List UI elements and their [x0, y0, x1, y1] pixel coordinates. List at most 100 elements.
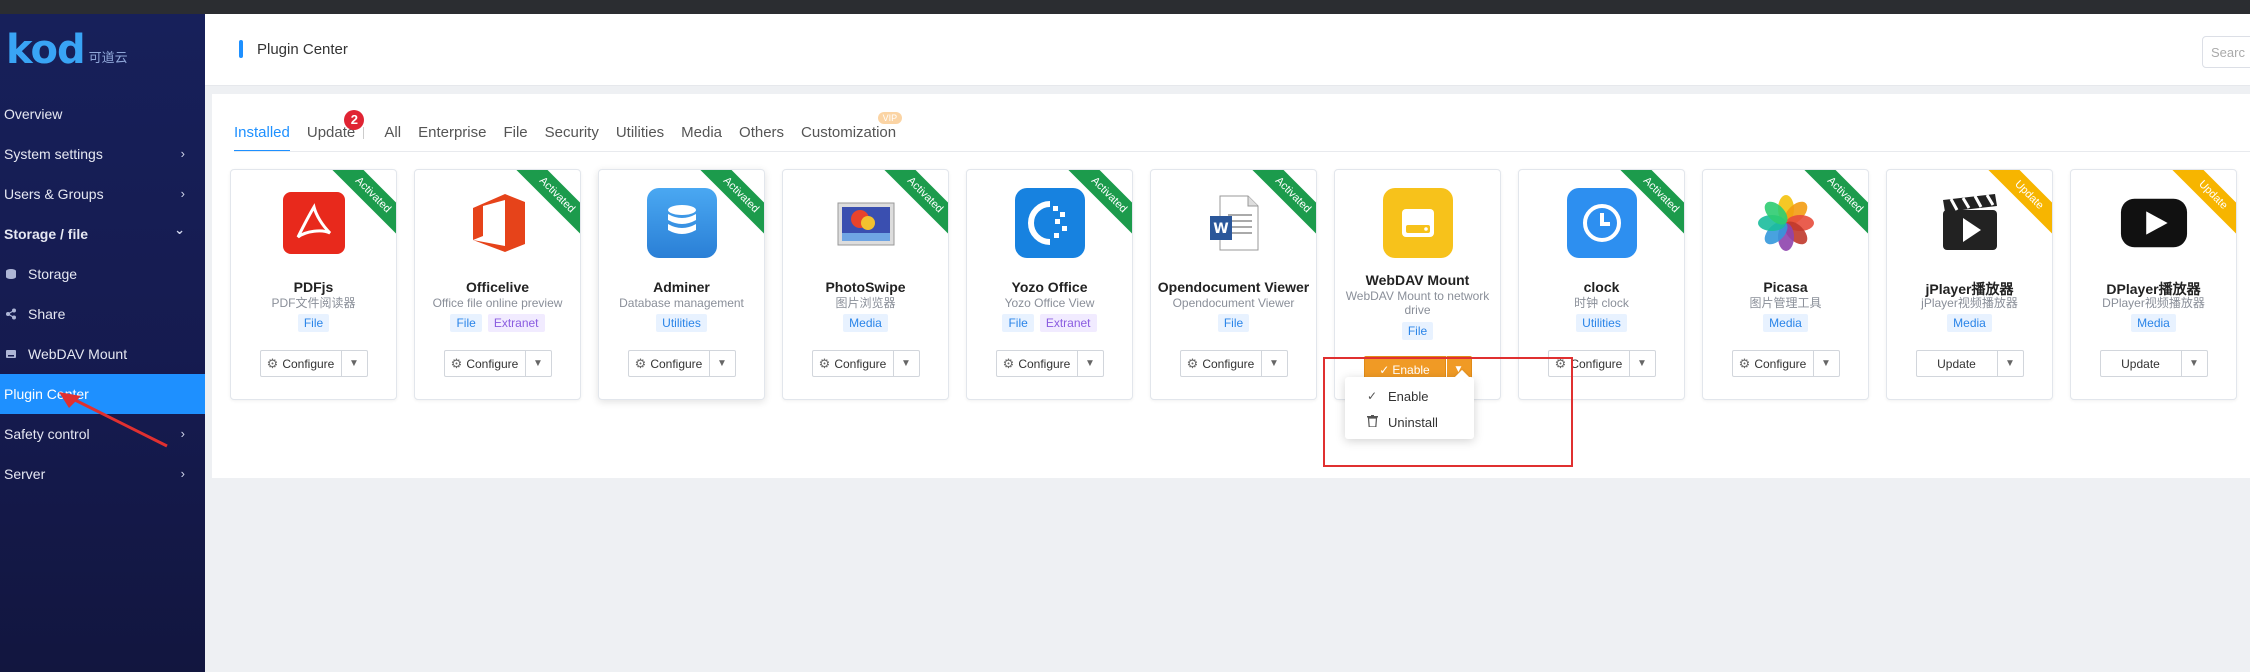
search-input[interactable]: Searc: [2202, 36, 2250, 68]
sidebar-item-overview[interactable]: Overview: [0, 94, 205, 134]
plugin-card-webdav-mount[interactable]: WebDAV Mount WebDAV Mount to network dri…: [1334, 169, 1501, 400]
more-actions-button[interactable]: ▼: [1813, 350, 1840, 377]
sidebar-item-users-groups[interactable]: Users & Groups ›: [0, 174, 205, 214]
caret-down-icon: ▼: [1821, 358, 1831, 369]
more-actions-button[interactable]: ▼: [893, 350, 920, 377]
gear-icon: ⚙: [818, 355, 831, 371]
tab-others[interactable]: Others: [739, 110, 784, 150]
office-icon: [463, 188, 533, 258]
sidebar-item-share[interactable]: Share: [0, 294, 205, 334]
menu-item-enable[interactable]: ✓ Enable: [1345, 383, 1474, 409]
yozo-icon: [1014, 188, 1085, 258]
sidebar-item-label: Plugin Center: [4, 386, 89, 402]
plugin-name: Yozo Office: [1011, 279, 1088, 295]
plugin-actions: ⚙ Configure ▼: [259, 350, 368, 377]
plugin-card-adminer[interactable]: Activated Adminer Database management Ut…: [598, 169, 765, 400]
tag-media: Media: [843, 314, 888, 332]
plugin-actions: ⚙ Configure ▼: [811, 350, 920, 377]
tab-media[interactable]: Media: [681, 110, 722, 150]
plugin-card-list: Activated PDFjs PDF文件阅读器 File ⚙ Configure…: [230, 169, 2237, 400]
more-actions-button[interactable]: ▼: [1997, 350, 2024, 377]
plugin-card-opendocument-viewer[interactable]: Activated W Opendocument Viewer Opendocu…: [1150, 169, 1317, 400]
update-button[interactable]: Update: [1915, 350, 1998, 377]
plugin-name: PhotoSwipe: [825, 279, 906, 295]
more-actions-button[interactable]: ▼: [2181, 350, 2208, 377]
update-button[interactable]: Update: [2099, 350, 2182, 377]
tag-extranet: Extranet: [487, 314, 545, 332]
sidebar-item-label: WebDAV Mount: [28, 346, 128, 362]
plugin-actions: ⚙ Configure ▼: [1179, 350, 1288, 377]
tab-enterprise[interactable]: Enterprise: [418, 110, 486, 150]
plugin-card-photoswipe[interactable]: Activated PhotoSwipe 图片浏览器 Media ⚙ Config…: [782, 169, 949, 400]
sidebar-item-label: Users & Groups: [4, 186, 104, 202]
configure-button[interactable]: ⚙ Configure: [1179, 350, 1262, 377]
plugin-description: PDF文件阅读器: [271, 296, 356, 310]
tag-file: File: [450, 314, 482, 332]
more-actions-button[interactable]: ▼: [1077, 350, 1104, 377]
tag-utilities: Utilities: [656, 314, 707, 332]
more-actions-button[interactable]: ▼: [1629, 350, 1656, 377]
tab-customization[interactable]: Customization VIP: [801, 110, 903, 150]
more-actions-button[interactable]: ▼: [709, 350, 736, 377]
plugin-card-clock[interactable]: Activated clock 时钟 clock Utilities ⚙ Conf…: [1518, 169, 1685, 400]
plugin-description: 时钟 clock: [1574, 296, 1629, 310]
more-actions-button[interactable]: ▼: [525, 350, 552, 377]
plugin-card-picasa[interactable]: Activated Picasa 图片管理工具 Media ⚙ Configur…: [1702, 169, 1869, 400]
gear-icon: ⚙: [1554, 355, 1567, 371]
page-header: Plugin Center Searc: [205, 14, 2250, 86]
sidebar-item-system-settings[interactable]: System settings ›: [0, 134, 205, 174]
sidebar-item-plugin-center[interactable]: Plugin Center: [0, 374, 205, 414]
photo-icon: [831, 188, 901, 258]
plugin-card-yozo-office[interactable]: Activated Yozo Office Yozo Office View F…: [966, 169, 1133, 400]
plugin-card-pdfjs[interactable]: Activated PDFjs PDF文件阅读器 File ⚙ Configure…: [230, 169, 397, 400]
tab-utilities[interactable]: Utilities: [616, 110, 664, 150]
caret-down-icon: ▼: [2189, 358, 2199, 369]
sidebar-item-storage-file[interactable]: Storage / file ⌄: [0, 214, 205, 254]
plugin-card-jplayer[interactable]: Update jPlayer播放器 jPlayer视频播放器 Media Upd…: [1886, 169, 2053, 400]
plugin-description: DPlayer视频播放器: [2102, 296, 2205, 310]
plugin-card-dplayer[interactable]: Update DPlayer播放器 DPlayer视频播放器 Media Upd…: [2070, 169, 2237, 400]
sidebar-item-safety-control[interactable]: Safety control ›: [0, 414, 205, 454]
plugin-actions: ⚙ Configure ▼: [443, 350, 552, 377]
configure-button[interactable]: ⚙ Configure: [1731, 350, 1814, 377]
tab-file[interactable]: File: [503, 110, 527, 150]
tab-label: All: [384, 124, 402, 141]
more-actions-button[interactable]: ▼: [341, 350, 368, 377]
tab-label: Enterprise: [418, 124, 487, 141]
configure-button[interactable]: ⚙ Configure: [995, 350, 1078, 377]
check-icon: ✓: [1379, 362, 1390, 377]
share-icon: [0, 308, 22, 320]
check-icon: ✓: [1367, 389, 1378, 403]
plugin-actions: ⚙ Configure ▼: [995, 350, 1104, 377]
tag-file: File: [1002, 314, 1034, 332]
tab-underline-track: [234, 151, 2250, 152]
plugin-actions: ⚙ Configure ▼: [1731, 350, 1840, 377]
configure-button[interactable]: ⚙ Configure: [811, 350, 894, 377]
chevron-right-icon: ›: [180, 466, 185, 481]
tab-security[interactable]: Security: [545, 110, 599, 150]
plugin-actions-menu: ✓ Enable Uninstall: [1345, 369, 1474, 439]
tab-installed[interactable]: Installed: [234, 110, 290, 152]
more-actions-button[interactable]: ▼: [1261, 350, 1288, 377]
logo-subtext: 可道云: [88, 50, 128, 65]
tag-file: File: [1401, 322, 1434, 340]
tab-all[interactable]: All: [384, 110, 401, 150]
configure-button[interactable]: ⚙ Configure: [443, 350, 526, 377]
tab-label: Media: [681, 124, 723, 141]
menu-item-uninstall[interactable]: Uninstall: [1345, 409, 1474, 435]
caret-down-icon: ▼: [533, 358, 543, 369]
sidebar-item-label: System settings: [4, 146, 103, 162]
plugin-card-officelive[interactable]: Activated Officelive Office file online …: [414, 169, 581, 400]
configure-button[interactable]: ⚙ Configure: [627, 350, 710, 377]
sidebar-item-server[interactable]: Server ›: [0, 454, 205, 494]
tag-extranet: Extranet: [1039, 314, 1097, 332]
configure-button[interactable]: ⚙ Configure: [259, 350, 342, 377]
chevron-right-icon: ›: [180, 146, 185, 161]
caret-down-icon: ▼: [1637, 358, 1647, 369]
sidebar-item-webdav-mount[interactable]: WebDAV Mount: [0, 334, 205, 374]
sidebar-item-storage[interactable]: Storage: [0, 254, 205, 294]
plugin-name: Officelive: [465, 279, 530, 295]
document-icon: W: [1199, 188, 1269, 258]
configure-button[interactable]: ⚙ Configure: [1547, 350, 1630, 377]
tab-update[interactable]: Update 2: [307, 110, 365, 150]
